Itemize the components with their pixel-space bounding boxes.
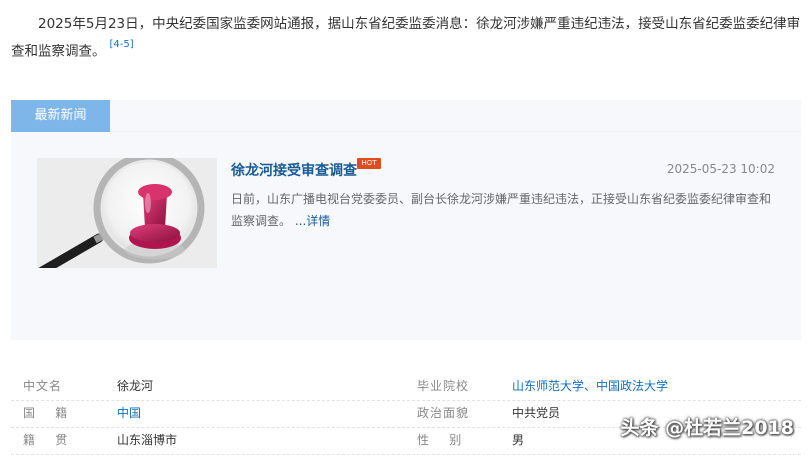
info-label: 性 别 [417,433,463,447]
info-value: 徐龙河 [117,379,154,393]
tab-latest-news[interactable]: 最新新闻 [11,100,110,132]
details-link[interactable]: ...详情 [295,214,330,228]
hot-badge: HOT [357,158,381,169]
info-value: 中共党员 [512,406,561,420]
article-thumbnail[interactable] [37,158,217,268]
info-label: 政治面貌 [417,406,470,420]
article-summary: 日前，山东广播电视台党委委员、副台长徐龙河涉嫌严重违纪违法，正接受山东省纪委监委… [231,188,779,232]
info-label: 国 籍 [23,406,69,420]
info-value: 男 [512,433,525,447]
latest-news-panel: 最新新闻 徐龙河接受审查调查 HOT 2025-05-23 10:02 日前，山… [11,100,801,340]
article-title-link[interactable]: 徐龙河接受审查调查 [231,160,357,180]
citation-link[interactable]: [4-5] [110,39,134,50]
info-label: 中文名 [23,379,63,393]
info-row: 中文名 徐龙河 毕业院校 山东师范大学、中国政法大学 [11,374,801,401]
intro-paragraph: 2025年5月23日，中央纪委国家监委网站通报，据山东省纪委监委消息：徐龙河涉嫌… [11,12,801,64]
tab-divider [110,131,801,132]
watermark: 头条 @杜若兰2018 [620,417,795,439]
info-value-link[interactable]: 山东师范大学、中国政法大学 [512,374,668,399]
info-label: 毕业院校 [417,379,470,393]
info-value: 山东淄博市 [117,433,178,447]
magnifier-pushpin-image [37,158,217,268]
info-label: 籍 贯 [23,433,69,447]
info-value-link[interactable]: 中国 [117,401,141,426]
intro-text: 2025年5月23日，中央纪委国家监委网站通报，据山东省纪委监委消息：徐龙河涉嫌… [11,16,801,60]
article-timestamp: 2025-05-23 10:02 [666,162,775,176]
